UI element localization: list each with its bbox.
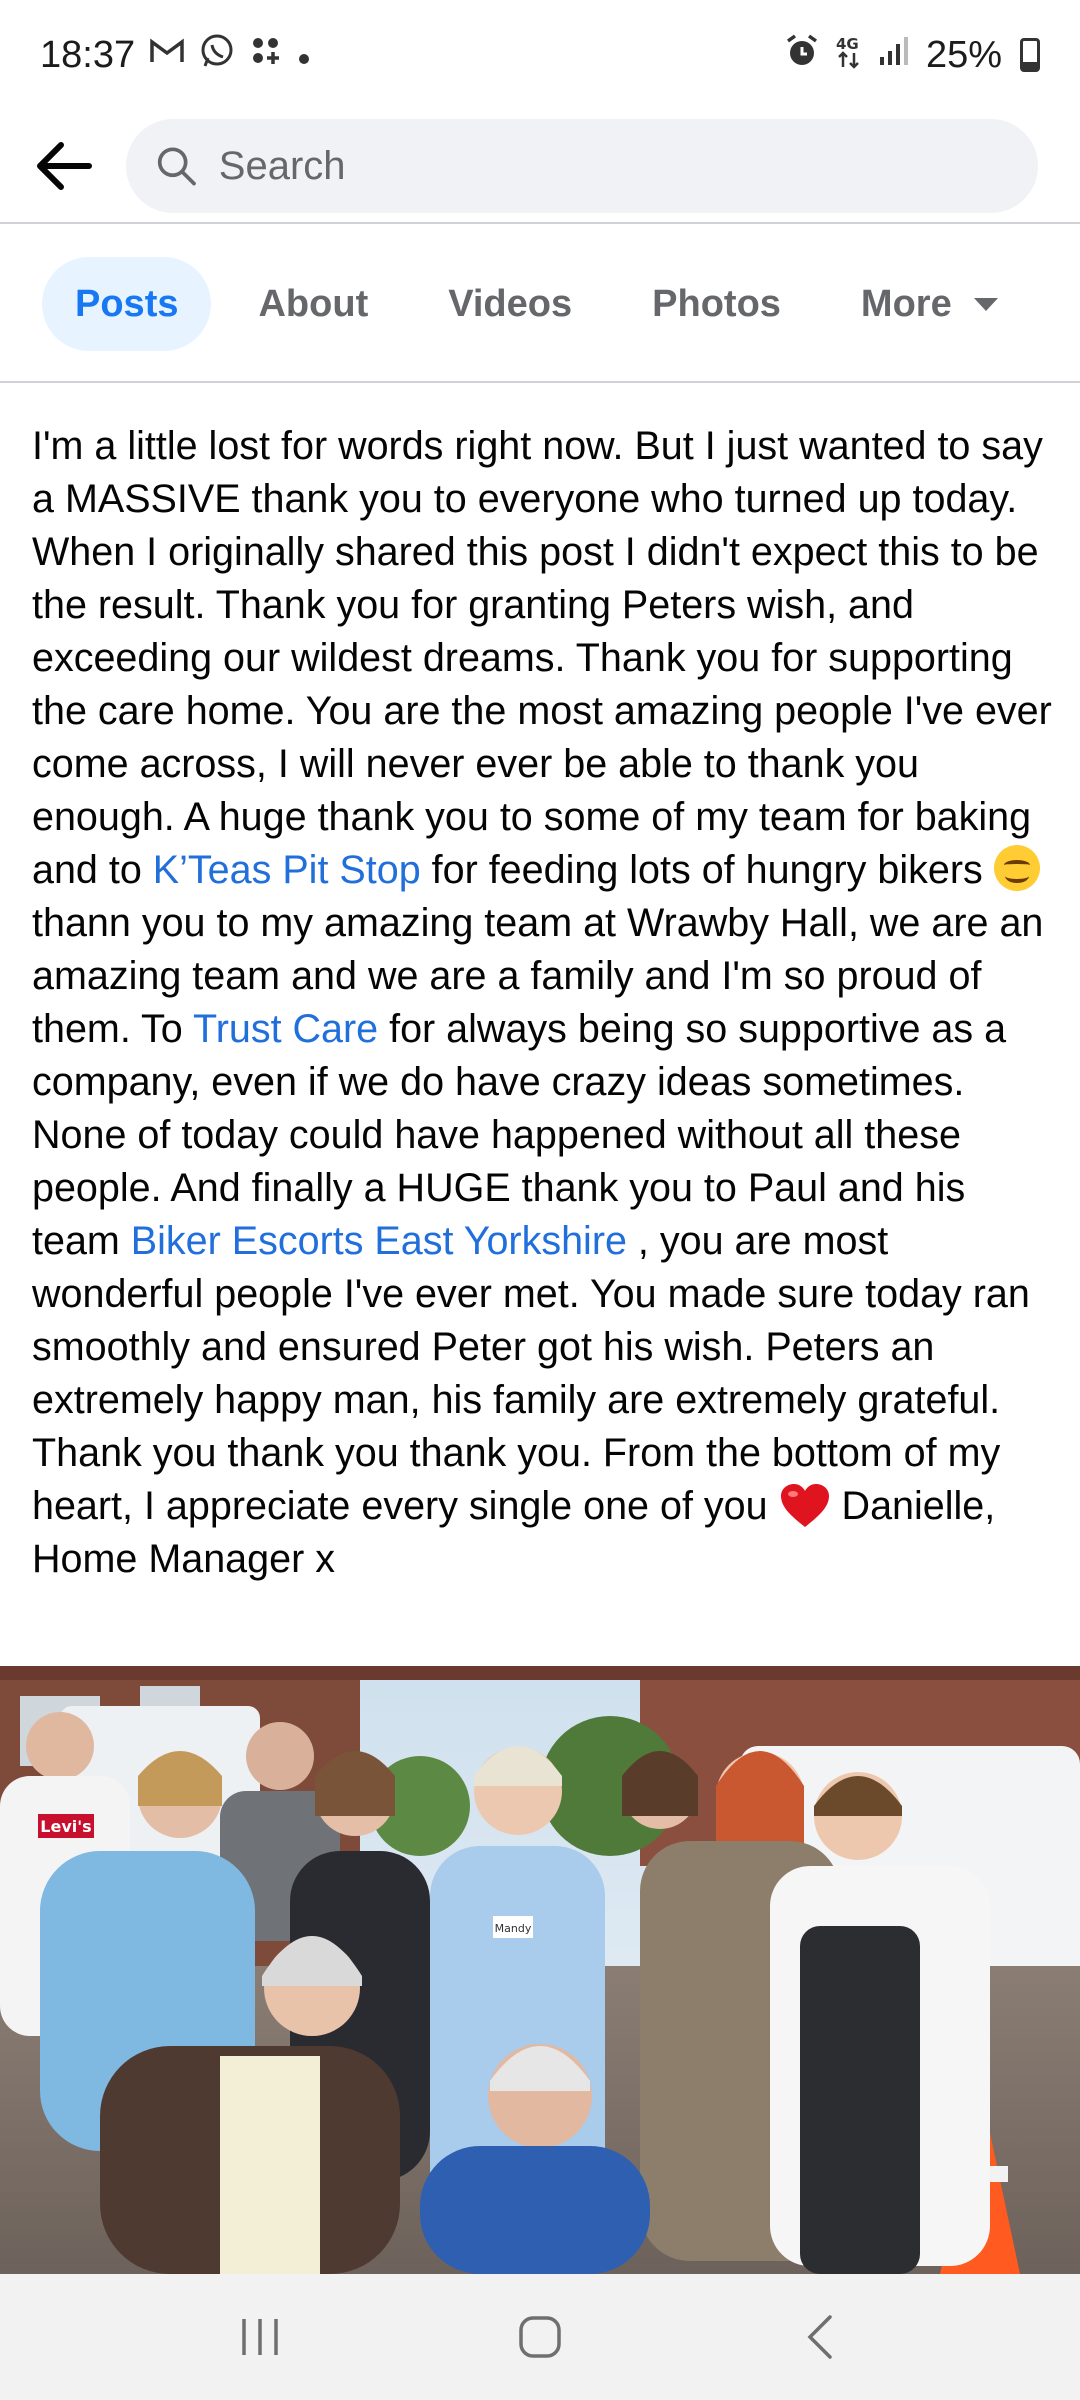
post-text-part-1: I'm a little lost for words right now. B… bbox=[32, 424, 1052, 892]
recent-apps-button[interactable] bbox=[205, 2297, 315, 2377]
tab-photos[interactable]: Photos bbox=[619, 257, 814, 351]
shirt-logo-text: Levi's bbox=[40, 1817, 91, 1836]
name-badge-text: Mandy bbox=[495, 1922, 532, 1935]
status-left: 18:37 bbox=[40, 33, 311, 78]
dot-icon bbox=[297, 36, 311, 75]
link-trust-care[interactable]: Trust Care bbox=[193, 1007, 378, 1051]
profile-tabs: Posts About Videos Photos More bbox=[0, 225, 1080, 383]
alarm-icon bbox=[784, 33, 820, 78]
post-text-part-5: , you are most wonderful people I've eve… bbox=[32, 1219, 1030, 1528]
recent-apps-icon bbox=[242, 2319, 278, 2355]
whatsapp-icon bbox=[199, 33, 235, 78]
search-bar[interactable] bbox=[126, 119, 1038, 213]
gmail-icon bbox=[149, 36, 185, 75]
status-right: 4G 25% bbox=[784, 33, 1040, 78]
system-nav-bar bbox=[0, 2274, 1080, 2400]
red-heart-emoji-icon bbox=[780, 1484, 829, 1527]
battery-percent: 25% bbox=[925, 33, 1002, 76]
search-input[interactable] bbox=[218, 143, 1008, 189]
app-dots-icon bbox=[249, 34, 283, 77]
status-time: 18:37 bbox=[40, 33, 136, 76]
home-icon bbox=[519, 2316, 561, 2358]
caret-down-icon bbox=[973, 297, 998, 311]
signal-icon bbox=[878, 35, 912, 76]
tab-about[interactable]: About bbox=[225, 257, 401, 351]
tabs-divider bbox=[0, 381, 1080, 383]
tab-videos[interactable]: Videos bbox=[415, 257, 605, 351]
post-text-part-2: for feeding lots of hungry bikers bbox=[420, 848, 994, 892]
link-biker-escorts-east-yorkshire[interactable]: Biker Escorts East Yorkshire bbox=[131, 1219, 627, 1263]
svg-text:4G: 4G bbox=[836, 35, 859, 53]
tab-posts[interactable]: Posts bbox=[42, 257, 212, 351]
post-photo[interactable]: Levi's Mandy bbox=[0, 1666, 1080, 2274]
search-header bbox=[0, 110, 1080, 222]
post-body: I'm a little lost for words right now. B… bbox=[32, 420, 1052, 1586]
smiling-face-emoji-icon bbox=[993, 845, 1040, 891]
4g-icon: 4G bbox=[834, 33, 864, 78]
search-icon bbox=[157, 147, 196, 186]
tab-more[interactable]: More bbox=[828, 257, 1031, 351]
back-button[interactable] bbox=[26, 129, 100, 203]
battery-icon bbox=[1020, 38, 1040, 72]
home-button[interactable] bbox=[485, 2297, 595, 2377]
tab-more-label: More bbox=[860, 282, 952, 325]
link-kteas-pit-stop[interactable]: K’Teas Pit Stop bbox=[153, 848, 421, 892]
status-bar: 18:37 4G 25% bbox=[0, 0, 1080, 110]
system-back-button[interactable] bbox=[765, 2297, 875, 2377]
header-divider bbox=[0, 222, 1080, 224]
chevron-left-icon bbox=[807, 2315, 832, 2359]
group-photo-image: Levi's Mandy bbox=[0, 1666, 1080, 2274]
back-arrow-icon bbox=[37, 142, 92, 190]
